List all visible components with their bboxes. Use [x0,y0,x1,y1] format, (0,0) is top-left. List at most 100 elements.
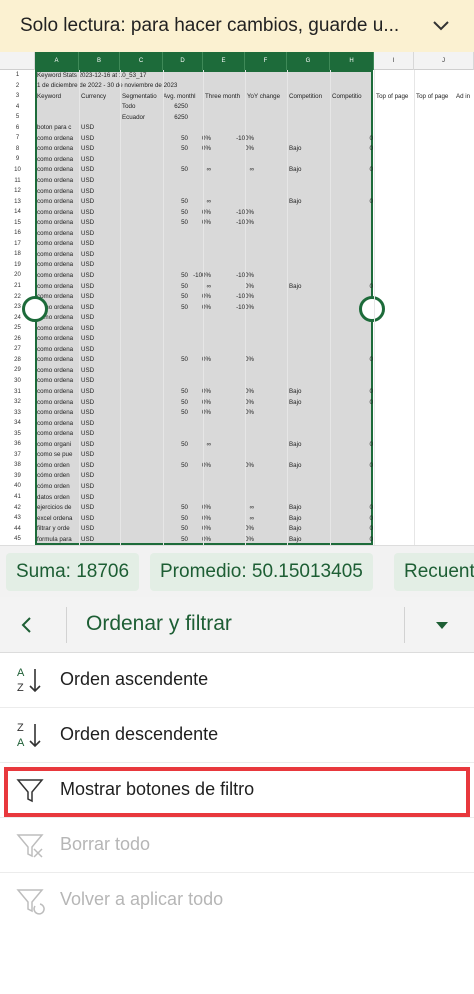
cell[interactable]: USD [81,209,121,216]
cell[interactable]: USD [81,145,121,152]
row-header[interactable]: 25 [0,325,35,331]
cell[interactable]: Bajo [289,504,329,511]
cell[interactable]: Bajo [289,166,329,173]
row-header[interactable]: 33 [0,410,35,416]
cell[interactable]: USD [81,536,121,543]
cell[interactable]: Bajo [289,145,329,152]
cell[interactable]: -100% [213,209,254,216]
row-header[interactable]: 12 [0,188,35,194]
cell[interactable]: USD [81,409,121,416]
cell[interactable]: USD [81,483,121,490]
row-header[interactable]: 16 [0,230,35,236]
row-header[interactable]: 14 [0,209,35,215]
cell[interactable]: Bajo [289,399,329,406]
cell[interactable]: USD [81,388,121,395]
select-all-corner[interactable] [0,52,35,70]
cell[interactable]: ejercicios de [37,504,81,511]
cell[interactable]: USD [81,451,121,458]
cell[interactable]: Bajo [289,198,329,205]
cell[interactable]: 0% [171,293,211,300]
cell[interactable]: USD [81,230,121,237]
cell[interactable]: USD [81,399,121,406]
cell[interactable]: USD [81,494,121,501]
cell[interactable]: 0 [332,166,373,173]
cell[interactable]: 0% [213,525,254,532]
cell[interactable]: ∞ [213,515,254,522]
cell[interactable]: 0% [213,145,254,152]
cell[interactable]: Keyword [37,93,81,100]
cell[interactable]: 0 [332,145,373,152]
cell[interactable]: USD [81,293,121,300]
cell[interactable]: como se pue [37,451,81,458]
cell[interactable]: USD [81,472,121,479]
cell[interactable]: como ordena [37,166,81,173]
cell[interactable]: cómo orden [37,483,81,490]
cell[interactable]: USD [81,304,121,311]
row-header[interactable]: 17 [0,241,35,247]
cell[interactable]: como ordena [37,388,81,395]
cell[interactable]: Competitio [332,93,375,100]
row-header[interactable]: 21 [0,283,35,289]
cell[interactable]: excel ordena [37,515,81,522]
cell[interactable]: Segmentatio [122,93,163,100]
row-header[interactable]: 11 [0,178,35,184]
row-header[interactable]: 8 [0,146,35,152]
cell[interactable]: como ordena [37,325,81,332]
cell[interactable]: USD [81,335,121,342]
cell[interactable]: -100% [171,272,211,279]
average-indicator[interactable]: Promedio: 50.15013405 [150,553,373,591]
menu-item-sort-ascending[interactable]: A Z Orden ascendente [0,653,474,708]
spreadsheet-grid[interactable]: ABCDEFGHIJ 1 2 3 4 5 6 7 8 9 10 11 12 13 14 15 16 17 18 19… [0,52,474,545]
cell[interactable]: 0 [332,399,373,406]
cell[interactable]: filtrar y orde [37,525,81,532]
cell[interactable]: como ordena [37,135,81,142]
cell[interactable]: Bajo [289,536,329,543]
cell[interactable]: Top of page [376,93,416,100]
row-header[interactable]: 42 [0,505,35,511]
cell[interactable]: 1 de diciembre de 2022 - 30 de noviembre… [37,82,337,89]
row-header[interactable]: 35 [0,431,35,437]
row-header[interactable]: 10 [0,167,35,173]
cell[interactable]: ∞ [171,441,211,448]
cell[interactable]: como ordena [37,356,81,363]
cell[interactable]: Bajo [289,441,329,448]
cell[interactable]: 0% [171,209,211,216]
row-header[interactable]: 6 [0,125,35,131]
cell[interactable]: 0% [213,536,254,543]
cell[interactable]: Currency [81,93,121,100]
cell[interactable]: 0 [332,504,373,511]
cell[interactable]: 0% [213,283,254,290]
row-header[interactable]: 36 [0,441,35,447]
cell[interactable]: Bajo [289,515,329,522]
cell[interactable]: USD [81,166,121,173]
cell[interactable]: como ordena [37,430,81,437]
cell[interactable]: USD [81,356,121,363]
cell[interactable]: como ordena [37,156,81,163]
cell[interactable]: Bajo [289,388,329,395]
cell[interactable]: Bajo [289,283,329,290]
row-header[interactable]: 37 [0,452,35,458]
cell[interactable]: USD [81,441,121,448]
cell[interactable]: ∞ [171,198,211,205]
cell[interactable]: como ordena [37,219,81,226]
cell[interactable]: USD [81,261,121,268]
cell[interactable]: 0% [171,304,211,311]
row-header[interactable]: 5 [0,114,35,120]
cell[interactable]: como ordena [37,251,81,258]
row-header[interactable]: 28 [0,357,35,363]
cell[interactable]: USD [81,251,121,258]
cell[interactable]: 0% [171,399,211,406]
cell[interactable]: cómo orden [37,462,81,469]
cell[interactable]: como ordena [37,335,81,342]
column-header[interactable]: A [35,52,79,70]
cell[interactable]: como ordena [37,399,81,406]
cell[interactable]: USD [81,367,121,374]
column-header[interactable]: F [245,52,287,70]
row-header[interactable]: 41 [0,494,35,500]
column-header[interactable]: B [79,52,120,70]
cell[interactable]: 0 [332,388,373,395]
cell[interactable]: como ordena [37,283,81,290]
cell[interactable]: USD [81,377,121,384]
row-header[interactable]: 32 [0,399,35,405]
row-header[interactable]: 27 [0,346,35,352]
